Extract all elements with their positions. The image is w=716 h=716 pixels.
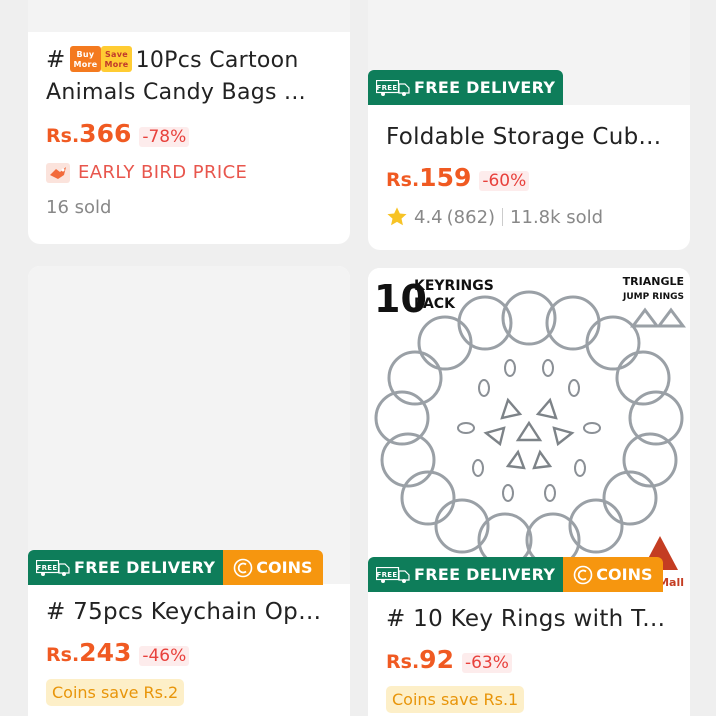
price-row: Rs. 243 -46% xyxy=(46,638,332,667)
product-image[interactable] xyxy=(28,266,350,584)
product-card-key-rings[interactable]: 10 KEYRINGS PACK TRIANGLE JUMP RINGS Mal… xyxy=(368,268,690,716)
coin-icon xyxy=(233,558,253,577)
badge-row: FREE FREE DELIVERY COINS xyxy=(28,550,323,585)
product-title[interactable]: # 75pcs Keychain Ope... xyxy=(46,596,332,628)
free-delivery-badge: FREE FREE DELIVERY xyxy=(28,550,224,585)
svg-text:Buy: Buy xyxy=(76,50,94,59)
product-title[interactable]: # Buy More Save More 10Pcs Cartoon Anima… xyxy=(46,44,332,109)
rating-row: 4.4 (862) 11.8k sold xyxy=(386,206,672,228)
price-row: Rs. 366 -78% xyxy=(46,119,332,148)
product-title[interactable]: Foldable Storage Cub... xyxy=(386,121,672,153)
coins-badge: COINS xyxy=(563,557,663,592)
coin-icon xyxy=(573,565,593,584)
star-icon xyxy=(387,207,407,226)
discount-badge: -60% xyxy=(479,171,530,191)
image-label-pack: PACK xyxy=(414,296,456,312)
badge-row: FREE FREE DELIVERY xyxy=(368,70,564,105)
svg-text:More: More xyxy=(73,60,97,69)
price: 92 xyxy=(419,645,454,674)
price: 366 xyxy=(79,119,132,148)
price-row: Rs. 159 -60% xyxy=(386,163,672,192)
hash-tag: # xyxy=(46,47,66,73)
product-image[interactable]: 10 KEYRINGS PACK TRIANGLE JUMP RINGS Mal… xyxy=(368,268,690,592)
early-bird-label: EARLY BIRD PRICE xyxy=(46,162,332,183)
product-image[interactable] xyxy=(28,0,350,32)
review-count: (862) xyxy=(446,206,496,228)
badge-row: FREE FREE DELIVERY COINS xyxy=(368,557,663,592)
svg-text:Save: Save xyxy=(105,50,128,59)
image-label-triangle: TRIANGLE xyxy=(623,275,684,288)
svg-text:FREE: FREE xyxy=(37,564,58,572)
truck-icon: FREE xyxy=(376,566,410,583)
price: 159 xyxy=(419,163,472,192)
price: 243 xyxy=(79,638,132,667)
discount-badge: -78% xyxy=(139,127,190,147)
svg-text:FREE: FREE xyxy=(377,84,398,92)
coins-badge: COINS xyxy=(223,550,323,585)
truck-icon: FREE xyxy=(376,79,410,96)
svg-text:More: More xyxy=(104,60,128,69)
product-title[interactable]: # 10 Key Rings with Tri... xyxy=(386,603,672,635)
currency: Rs. xyxy=(386,169,420,191)
product-card-storage-cube[interactable]: FREE FREE DELIVERY Foldable Storage Cub.… xyxy=(368,0,690,250)
discount-badge: -46% xyxy=(139,646,190,666)
coins-save-tag: Coins save Rs.1 xyxy=(386,686,525,713)
discount-badge: -63% xyxy=(461,653,512,673)
image-label-keyrings: KEYRINGS xyxy=(414,278,494,294)
currency: Rs. xyxy=(386,651,420,673)
divider xyxy=(502,208,504,226)
sold-count: 16 sold xyxy=(46,197,112,218)
sold-count: 11.8k sold xyxy=(510,206,604,228)
currency: Rs. xyxy=(46,644,80,666)
buy-more-save-more-tag-icon: Buy More Save More xyxy=(69,46,132,72)
svg-text:FREE: FREE xyxy=(377,571,398,579)
keyring-product-photo: 10 KEYRINGS PACK TRIANGLE JUMP RINGS Mal… xyxy=(368,268,690,592)
truck-icon: FREE xyxy=(36,559,70,576)
currency: Rs. xyxy=(46,125,80,147)
product-card-keychain[interactable]: FREE FREE DELIVERY COINS # 75pcs Keychai… xyxy=(28,266,350,716)
rating-value: 4.4 xyxy=(414,206,443,228)
early-bird-icon xyxy=(46,162,70,183)
free-delivery-badge: FREE FREE DELIVERY xyxy=(368,557,564,592)
image-label-jump-rings: JUMP RINGS xyxy=(622,292,684,302)
coins-save-tag: Coins save Rs.2 xyxy=(46,679,185,706)
free-delivery-badge: FREE FREE DELIVERY xyxy=(368,70,564,105)
price-row: Rs. 92 -63% xyxy=(386,645,672,674)
product-card-candy-bags[interactable]: # Buy More Save More 10Pcs Cartoon Anima… xyxy=(28,0,350,244)
